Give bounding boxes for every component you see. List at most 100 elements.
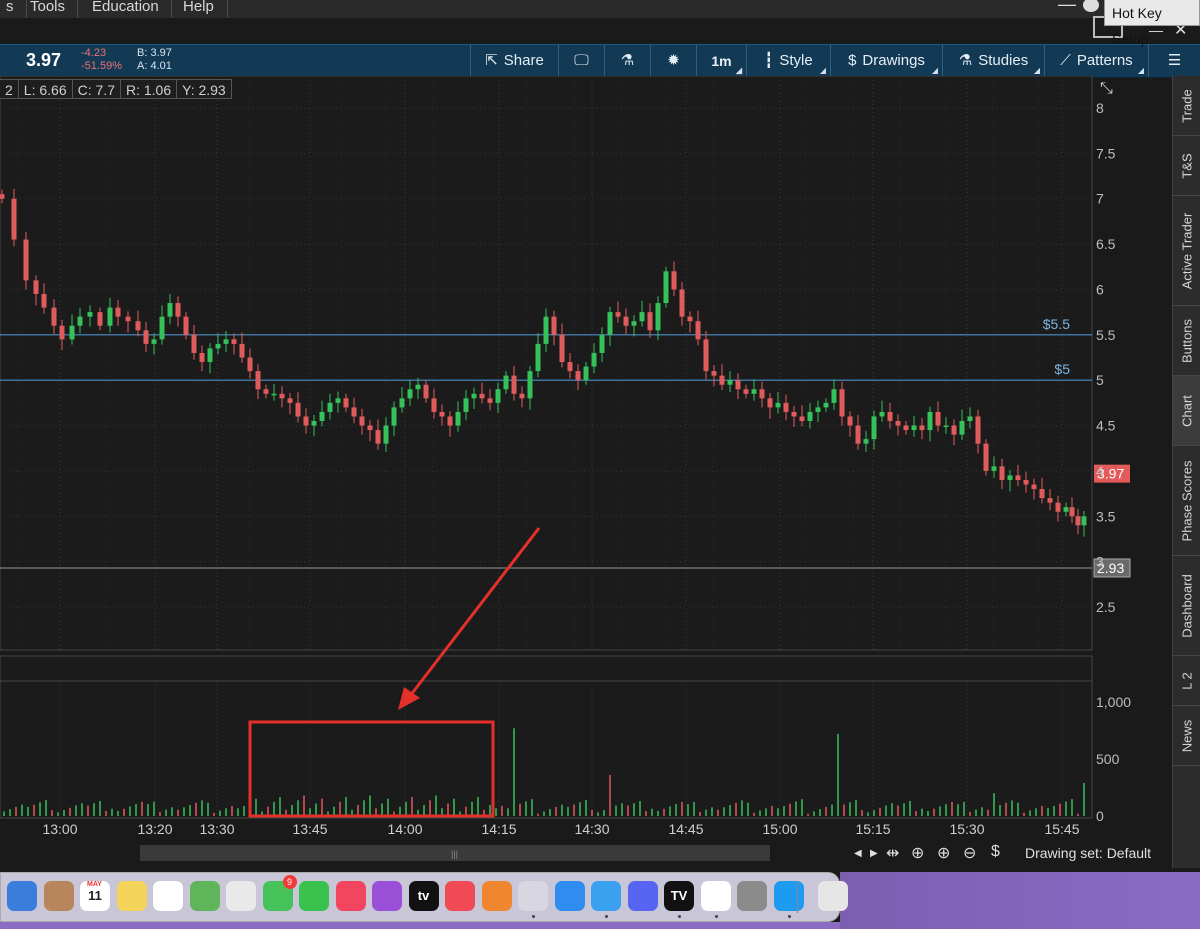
tab-news[interactable]: News: [1173, 706, 1200, 766]
price-tick-label: 7.5: [1096, 145, 1116, 161]
candle-body: [415, 384, 421, 390]
news-icon[interactable]: [445, 881, 475, 911]
menu-button[interactable]: ☰: [1148, 45, 1200, 77]
candle-body: [375, 430, 381, 444]
tab-dashboard[interactable]: Dashboard: [1173, 556, 1200, 656]
tab-level2[interactable]: L 2: [1173, 656, 1200, 706]
tab-time-and-sales[interactable]: T&S: [1173, 136, 1200, 196]
candle-body: [59, 325, 65, 340]
candle-body: [903, 425, 909, 431]
dollar-icon: $: [848, 52, 857, 69]
tab-phase-scores[interactable]: Phase Scores: [1173, 446, 1200, 556]
tab-trade[interactable]: Trade: [1173, 76, 1200, 136]
style-dropdown[interactable]: ┇ Style ◢: [746, 45, 830, 77]
candle-body: [143, 330, 149, 344]
notification-badge: 9: [282, 875, 297, 889]
candle-body: [831, 389, 837, 403]
price-tick-label: 6: [1096, 281, 1104, 297]
tab-chart[interactable]: Chart: [1173, 376, 1200, 446]
candle-body: [295, 402, 301, 417]
caret-down-icon: ◢: [819, 66, 826, 75]
zoom-out-icon[interactable]: ⊖: [963, 843, 976, 863]
system-preferences-icon[interactable]: [737, 881, 767, 911]
books-icon[interactable]: [481, 881, 512, 911]
price-tick-label: 3: [1096, 554, 1104, 570]
settings-button[interactable]: ✹: [650, 45, 696, 77]
chart-grid: [0, 76, 1093, 819]
photos-icon[interactable]: [226, 881, 256, 911]
drawing-set-label[interactable]: Drawing set: Default: [1025, 845, 1151, 861]
volume-tick-label: 500: [1096, 751, 1120, 767]
desktop-background: [840, 872, 1200, 929]
candle-body: [159, 316, 165, 340]
reminders-icon[interactable]: [153, 881, 183, 911]
podcasts-icon[interactable]: [372, 881, 402, 911]
scroll-left-icon[interactable]: ◀: [854, 848, 862, 859]
music-icon[interactable]: [335, 881, 366, 911]
facetime-icon[interactable]: [299, 881, 329, 911]
time-tick-label: 15:30: [949, 821, 984, 837]
safari-icon[interactable]: [591, 881, 621, 911]
candle-body: [1023, 479, 1029, 485]
candle-body: [351, 407, 357, 417]
candle-body: [135, 321, 141, 331]
running-indicator: [678, 915, 681, 918]
scroll-right-icon[interactable]: ▶: [870, 848, 878, 859]
candle-body: [383, 425, 389, 444]
candle-body: [663, 271, 669, 304]
dollar-icon[interactable]: $: [991, 843, 1000, 861]
trash-icon[interactable]: [818, 881, 848, 911]
pan-icon[interactable]: ⇹: [886, 843, 899, 863]
tv-icon[interactable]: tv: [408, 881, 439, 911]
minimize-icon[interactable]: —: [1058, 0, 1076, 15]
desktop-background-strip: [0, 922, 840, 929]
candle-body: [583, 366, 589, 381]
tradingview-icon[interactable]: TV: [664, 881, 694, 911]
notes-icon[interactable]: [116, 881, 147, 911]
candle-body: [687, 316, 693, 322]
share-button[interactable]: ⇱ Share: [470, 45, 558, 77]
volume-tick-label: 0: [1096, 808, 1104, 824]
discord-icon[interactable]: [627, 881, 658, 911]
candle-body: [751, 389, 757, 394]
flask-button[interactable]: ⚗: [604, 45, 650, 77]
thinkorswim-icon[interactable]: [518, 881, 548, 911]
collapse-icon[interactable]: ⤡: [1100, 80, 1113, 98]
timeframe-dropdown[interactable]: 1m ◢: [696, 45, 746, 77]
candle-body: [607, 312, 613, 335]
candle-body: [887, 411, 893, 422]
chart-toolbar: ⇱ Share 🖵 ⚗ ✹ 1m ◢ ┇ Style ◢ $ Drawings ◢ ⚗ Stu…: [0, 44, 1200, 78]
finder-icon[interactable]: [7, 881, 37, 911]
price-tick-label: 4: [1096, 463, 1104, 479]
zoom-in-icon[interactable]: ⊕: [937, 843, 950, 863]
caret-down-icon: ◢: [931, 66, 938, 75]
tab-buttons[interactable]: Buttons: [1173, 306, 1200, 376]
candle-body: [703, 339, 709, 372]
candle-body: [77, 316, 83, 326]
time-tick-label: 13:20: [137, 821, 172, 837]
contacts-icon[interactable]: [43, 881, 74, 911]
menu-item-education[interactable]: Education: [80, 0, 172, 18]
scroll-grip-icon[interactable]: |||: [451, 849, 458, 859]
app-store-icon[interactable]: [554, 881, 585, 911]
twitter-icon[interactable]: [773, 881, 804, 911]
menu-item-help[interactable]: Help: [171, 0, 228, 18]
price-chart[interactable]: $5.5$52.933.97 87.576.565.554.543.532.51…: [0, 76, 1172, 840]
candle-body: [927, 411, 933, 431]
candle-body: [1047, 498, 1053, 503]
tab-active-trader[interactable]: Active Trader: [1173, 196, 1200, 306]
crosshair-icon[interactable]: ⊕: [911, 843, 924, 863]
candle-body: [631, 321, 637, 326]
alert-button[interactable]: 🖵: [558, 45, 604, 77]
candle-body: [951, 425, 957, 435]
dock-separator: [797, 881, 798, 913]
candle-body: [871, 416, 877, 440]
candle-body: [911, 425, 917, 431]
candle-body: [743, 389, 749, 394]
price-tick-label: 4.5: [1096, 418, 1116, 434]
app-blue-icon[interactable]: [700, 881, 731, 911]
maps-icon[interactable]: [189, 881, 220, 911]
drawings-dropdown[interactable]: $ Drawings ◢: [830, 45, 942, 77]
studies-dropdown[interactable]: ⚗ Studies ◢: [942, 45, 1044, 77]
menu-item-tools[interactable]: Tools: [18, 0, 79, 18]
